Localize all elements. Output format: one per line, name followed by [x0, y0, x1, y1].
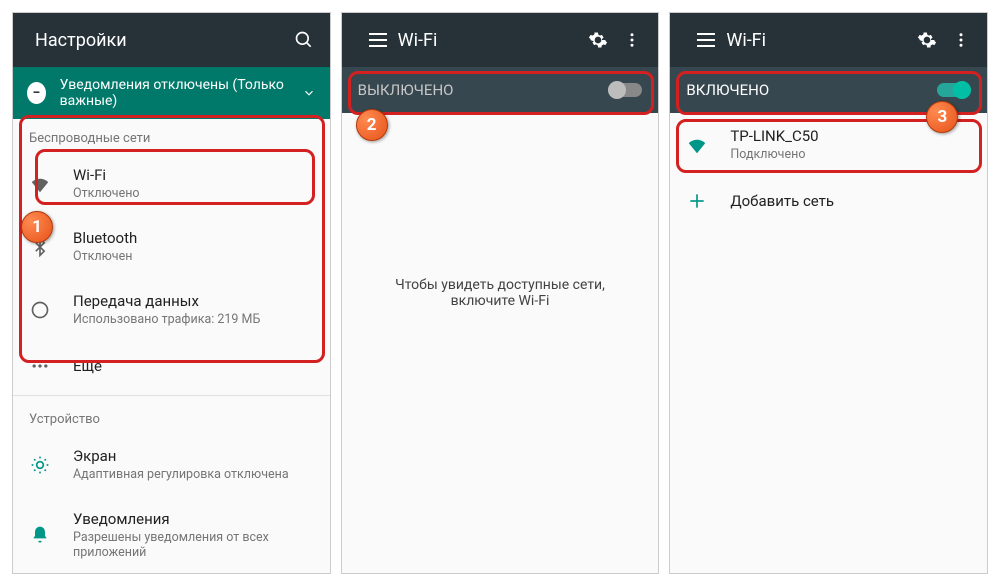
wifi-off-screen: Wi-Fi ВЫКЛЮЧЕНО Чтобы увидеть доступные … — [341, 12, 660, 574]
wifi-switch[interactable] — [608, 83, 642, 97]
notification-banner[interactable]: − Уведомления отключены (Только важные) — [13, 67, 330, 119]
bell-icon — [29, 524, 51, 546]
toggle-label: ВЫКЛЮЧЕНО — [358, 81, 454, 99]
step-marker-2: 2 — [356, 109, 388, 141]
bluetooth-label: Bluetooth — [73, 229, 314, 247]
network-status: Подключено — [730, 147, 971, 162]
wifi-icon — [29, 173, 51, 195]
gear-icon[interactable] — [915, 28, 939, 52]
wifi-label: Wi-Fi — [73, 166, 314, 184]
brightness-icon — [29, 454, 51, 476]
wifi-item[interactable]: Wi-Fi Отключено — [13, 152, 330, 215]
add-network-item[interactable]: Добавить сеть — [670, 176, 987, 226]
appbar-title: Wi-Fi — [726, 30, 905, 51]
banner-text: Уведомления отключены (Только важные) — [60, 77, 302, 109]
data-label: Передача данных — [73, 292, 314, 310]
add-network-label: Добавить сеть — [730, 192, 971, 210]
more-vertical-icon[interactable] — [949, 28, 973, 52]
appbar: Настройки — [13, 13, 330, 67]
empty-state-text: Чтобы увидеть доступные сети, включите W… — [342, 277, 659, 309]
plus-icon — [686, 190, 708, 212]
toggle-label: ВКЛЮЧЕНО — [686, 81, 769, 99]
notifications-label: Уведомления — [73, 510, 314, 528]
minus-icon: − — [27, 82, 46, 104]
display-status: Адаптивная регулировка отключена — [73, 467, 314, 482]
appbar: Wi-Fi — [670, 13, 987, 67]
bluetooth-status: Отключен — [73, 249, 314, 264]
hamburger-icon[interactable] — [366, 28, 390, 52]
more-item[interactable]: Ещё — [13, 341, 330, 391]
section-wireless: Беспроводные сети — [13, 119, 330, 152]
section-device: Устройство — [13, 400, 330, 433]
data-usage-icon — [29, 299, 51, 321]
wifi-on-screen: Wi-Fi ВКЛЮЧЕНО TP-LINK_C50 Подключено До… — [669, 12, 988, 574]
display-label: Экран — [73, 447, 314, 465]
wifi-signal-icon — [686, 134, 708, 156]
wifi-switch[interactable] — [937, 83, 971, 97]
search-icon[interactable] — [292, 28, 316, 52]
notifications-status: Разрешены уведомления от всех приложений — [73, 530, 314, 560]
data-usage-item[interactable]: Передача данных Использовано трафика: 21… — [13, 278, 330, 341]
more-horizontal-icon — [29, 355, 51, 377]
bluetooth-item[interactable]: Bluetooth Отключен — [13, 215, 330, 278]
appbar: Wi-Fi — [342, 13, 659, 67]
divider — [13, 395, 330, 396]
step-marker-1: 1 — [21, 211, 53, 243]
wifi-toggle-bar: ВЫКЛЮЧЕНО — [342, 67, 659, 113]
appbar-title: Настройки — [35, 30, 282, 51]
wifi-status: Отключено — [73, 186, 314, 201]
appbar-title: Wi-Fi — [398, 30, 577, 51]
more-label: Ещё — [73, 357, 314, 375]
chevron-down-icon — [302, 86, 316, 100]
notifications-item[interactable]: Уведомления Разрешены уведомления от все… — [13, 496, 330, 574]
more-vertical-icon[interactable] — [620, 28, 644, 52]
settings-screen: Настройки − Уведомления отключены (Тольк… — [12, 12, 331, 574]
data-status: Использовано трафика: 219 МБ — [73, 312, 314, 327]
hamburger-icon[interactable] — [694, 28, 718, 52]
display-item[interactable]: Экран Адаптивная регулировка отключена — [13, 433, 330, 496]
gear-icon[interactable] — [586, 28, 610, 52]
